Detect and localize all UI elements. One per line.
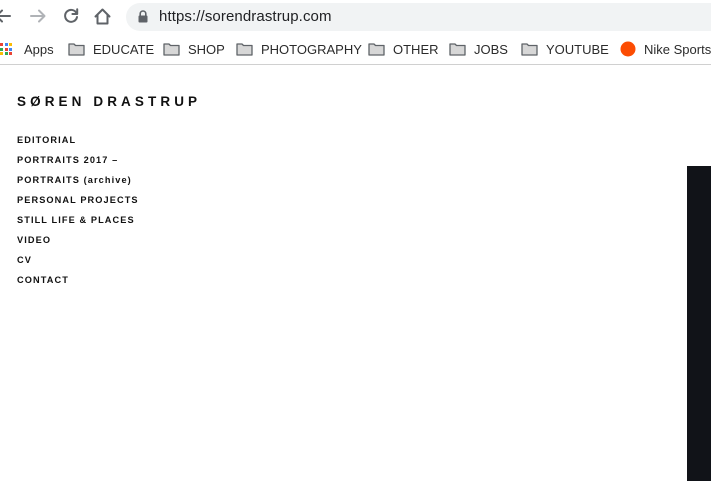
bookmark-label: Apps bbox=[24, 41, 54, 57]
arrow-left-icon bbox=[0, 9, 11, 23]
nav-item-video[interactable]: VIDEO bbox=[17, 234, 139, 254]
reload-button[interactable] bbox=[60, 5, 82, 27]
nav-item-personal-projects[interactable]: PERSONAL PROJECTS bbox=[17, 194, 139, 214]
home-icon bbox=[94, 8, 110, 24]
nav-item-cv[interactable]: CV bbox=[17, 254, 139, 274]
nav-item-editorial[interactable]: EDITORIAL bbox=[17, 134, 139, 154]
bookmark-youtube[interactable]: YOUTUBE bbox=[521, 40, 609, 58]
bookmark-photography[interactable]: PHOTOGRAPHY bbox=[236, 40, 362, 58]
folder-icon bbox=[163, 43, 180, 56]
gallery-image[interactable] bbox=[687, 166, 711, 481]
reload-icon bbox=[64, 8, 79, 23]
bookmark-jobs[interactable]: JOBS bbox=[449, 40, 508, 58]
nav-item-portraits-2017[interactable]: PORTRAITS 2017 – bbox=[17, 154, 139, 174]
folder-icon bbox=[236, 43, 253, 56]
strava-icon bbox=[620, 41, 636, 57]
bookmark-other[interactable]: OTHER bbox=[368, 40, 439, 58]
url-text: https://sorendrastrup.com bbox=[159, 8, 332, 25]
bookmark-apps[interactable]: Apps bbox=[0, 40, 54, 58]
folder-icon bbox=[521, 43, 538, 56]
bookmark-label: YOUTUBE bbox=[546, 41, 609, 57]
bookmark-educate[interactable]: EDUCATE bbox=[68, 40, 154, 58]
nav-item-still-life-places[interactable]: STILL LIFE & PLACES bbox=[17, 214, 139, 234]
apps-grid-icon bbox=[0, 43, 12, 55]
bookmark-label: PHOTOGRAPHY bbox=[261, 41, 362, 57]
bookmark-label: OTHER bbox=[393, 41, 439, 57]
site-navigation: EDITORIAL PORTRAITS 2017 – PORTRAITS (ar… bbox=[17, 134, 139, 294]
bookmark-label: EDUCATE bbox=[93, 41, 155, 57]
bookmark-label: Nike Sportsv bbox=[644, 41, 711, 57]
bookmark-label: SHOP bbox=[188, 41, 225, 57]
bookmark-label: JOBS bbox=[474, 41, 508, 57]
bookmark-nike-sports[interactable]: Nike Sportsv bbox=[620, 40, 711, 58]
lock-icon bbox=[138, 10, 148, 23]
folder-icon bbox=[68, 43, 85, 56]
forward-button[interactable] bbox=[27, 5, 49, 27]
bookmark-shop[interactable]: SHOP bbox=[163, 40, 225, 58]
site-title[interactable]: SØREN DRASTRUP bbox=[17, 94, 201, 109]
folder-icon bbox=[368, 43, 385, 56]
folder-icon bbox=[449, 43, 466, 56]
bookmarks-bar: Apps EDUCATE SHOP PHOTOGRAPHY OTHER JOBS bbox=[0, 34, 711, 65]
nav-item-contact[interactable]: CONTACT bbox=[17, 274, 139, 294]
home-button[interactable] bbox=[91, 5, 113, 27]
arrow-right-icon bbox=[30, 9, 46, 23]
browser-toolbar: https://sorendrastrup.com bbox=[0, 0, 711, 34]
nav-item-portraits-archive[interactable]: PORTRAITS (archive) bbox=[17, 174, 139, 194]
address-bar[interactable]: https://sorendrastrup.com bbox=[126, 3, 711, 31]
back-button[interactable] bbox=[0, 5, 14, 27]
